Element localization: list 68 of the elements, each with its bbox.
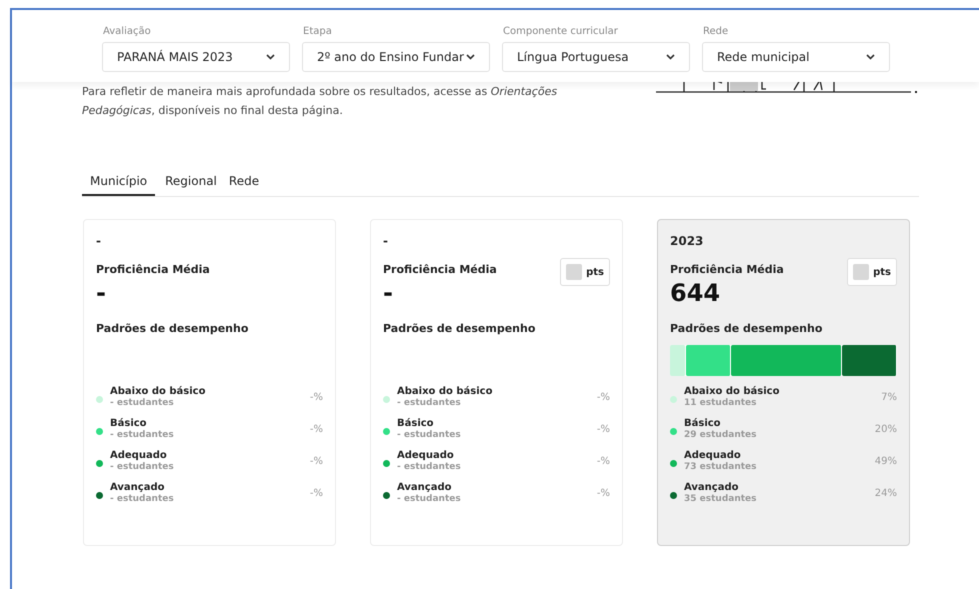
level-name: Avançado <box>110 482 166 494</box>
proficiency-label: Proficiência Média <box>383 262 497 278</box>
level-percent: -% <box>310 455 323 469</box>
tab[interactable]: Município <box>82 172 156 196</box>
level-name: Abaixo do básico <box>397 386 494 398</box>
filter-select[interactable]: Língua Portuguesa <box>502 42 690 72</box>
card-year: - <box>383 233 389 250</box>
card-year: - <box>96 233 102 250</box>
unit-badge: pts <box>560 258 610 286</box>
filter-select[interactable]: 2º ano do Ensino Fundar <box>302 42 490 72</box>
proficiency-value: 644 <box>670 278 722 306</box>
level-percent: -% <box>596 455 610 469</box>
filter-select[interactable]: PARANÁ MAIS 2023 <box>102 42 290 72</box>
level-percent: -% <box>310 391 323 405</box>
student-count: - estudantes <box>397 398 462 409</box>
tab[interactable]: Rede <box>226 172 262 196</box>
swatch-icon <box>566 264 582 280</box>
level-name: Básico <box>110 418 148 430</box>
standards-title: Padrões de desempenho <box>96 320 250 336</box>
proficiency-label: Proficiência Média <box>96 262 210 278</box>
level-name: Adequado <box>110 450 168 462</box>
tab[interactable]: Regional <box>163 172 219 196</box>
level-percent: 20% <box>874 423 897 437</box>
chevron-icon <box>266 54 275 60</box>
chevron-icon <box>866 54 875 60</box>
chevron-icon <box>666 54 675 60</box>
standards-title: Padrões de desempenho <box>383 320 536 336</box>
card-year: 2023 <box>670 233 704 250</box>
unit-badge: pts <box>847 258 897 286</box>
standards-title: Padrões de desempenho <box>670 320 824 336</box>
student-count: - estudantes <box>397 462 462 473</box>
level-name: Adequado <box>397 450 455 462</box>
level-name: Avançado <box>684 482 740 494</box>
level-percent: -% <box>596 391 610 405</box>
student-count: 11 estudantes <box>684 398 758 409</box>
level-percent: -% <box>596 423 610 437</box>
filter-label: Etapa <box>302 25 333 39</box>
level-name: Abaixo do básico <box>684 386 780 398</box>
filter-label: Rede <box>702 25 730 39</box>
proficiency-value: - <box>383 278 394 306</box>
level-name: Básico <box>397 418 435 430</box>
swatch-icon <box>853 264 870 280</box>
student-count: - estudantes <box>110 430 175 441</box>
filter-label: Avaliação <box>102 25 152 39</box>
intro-paragraph: Para refletir de maneira mais aprofundada sobre os resultados, acesse as Orientações Pedagógicas, disponíveis no final desta página. <box>82 84 558 119</box>
level-percent: -% <box>310 487 323 501</box>
student-count: - estudantes <box>110 398 175 409</box>
level-name: Abaixo do básico <box>110 386 206 398</box>
student-count: - estudantes <box>397 494 462 505</box>
student-count: 35 estudantes <box>684 494 758 505</box>
level-name: Adequado <box>684 450 742 462</box>
student-count: - estudantes <box>397 430 462 441</box>
student-count: - estudantes <box>110 494 175 505</box>
level-percent: -% <box>310 423 323 437</box>
student-count: 29 estudantes <box>684 430 758 441</box>
filter-select[interactable]: Rede municipal <box>702 42 890 72</box>
proficiency-label: Proficiência Média <box>670 262 784 278</box>
level-percent: 24% <box>874 487 897 501</box>
level-percent: 49% <box>874 455 897 469</box>
filter-label: Componente curricular <box>502 25 619 39</box>
student-count: - estudantes <box>110 462 175 473</box>
level-name: Avançado <box>397 482 452 494</box>
chevron-icon <box>466 54 475 60</box>
level-percent: 7% <box>881 391 897 405</box>
level-name: Básico <box>684 418 722 430</box>
proficiency-value: - <box>96 278 107 306</box>
student-count: 73 estudantes <box>684 462 758 473</box>
level-percent: -% <box>596 487 610 501</box>
